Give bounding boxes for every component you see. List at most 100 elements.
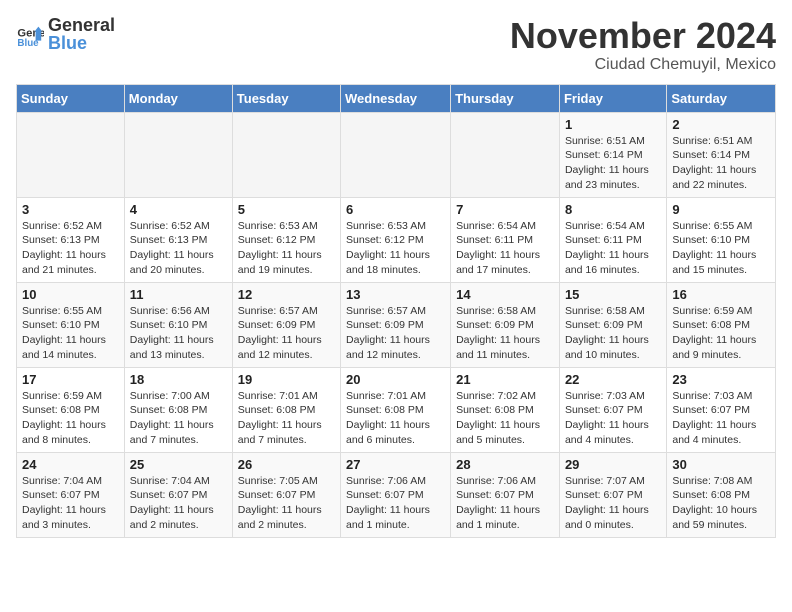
day-detail: Sunrise: 7:06 AM Sunset: 6:07 PM Dayligh… — [346, 474, 445, 533]
calendar-cell: 26 Sunrise: 7:05 AM Sunset: 6:07 PM Dayli… — [232, 452, 340, 537]
day-number: 3 — [22, 202, 119, 217]
day-number: 20 — [346, 372, 445, 387]
logo-text-blue: Blue — [48, 33, 87, 53]
day-number: 22 — [565, 372, 661, 387]
calendar-cell: 11 Sunrise: 6:56 AM Sunset: 6:10 PM Dayli… — [124, 282, 232, 367]
day-number: 1 — [565, 117, 661, 132]
day-detail: Sunrise: 7:00 AM Sunset: 6:08 PM Dayligh… — [130, 389, 227, 448]
day-number: 6 — [346, 202, 445, 217]
day-number: 15 — [565, 287, 661, 302]
weekday-header-monday: Monday — [124, 84, 232, 112]
day-number: 8 — [565, 202, 661, 217]
day-number: 4 — [130, 202, 227, 217]
day-detail: Sunrise: 6:52 AM Sunset: 6:13 PM Dayligh… — [22, 219, 119, 278]
weekday-header-tuesday: Tuesday — [232, 84, 340, 112]
calendar-cell: 21 Sunrise: 7:02 AM Sunset: 6:08 PM Dayli… — [451, 367, 560, 452]
day-number: 18 — [130, 372, 227, 387]
day-number: 5 — [238, 202, 335, 217]
calendar-cell: 7 Sunrise: 6:54 AM Sunset: 6:11 PM Daylig… — [451, 197, 560, 282]
day-number: 29 — [565, 457, 661, 472]
day-detail: Sunrise: 6:53 AM Sunset: 6:12 PM Dayligh… — [346, 219, 445, 278]
day-detail: Sunrise: 6:55 AM Sunset: 6:10 PM Dayligh… — [672, 219, 770, 278]
day-number: 9 — [672, 202, 770, 217]
calendar-cell: 25Sunrise: 7:04 AM Sunset: 6:07 PM Dayli… — [124, 452, 232, 537]
header: General Blue General Blue November 2024 … — [16, 16, 776, 74]
day-detail: Sunrise: 7:03 AM Sunset: 6:07 PM Dayligh… — [565, 389, 661, 448]
day-detail: Sunrise: 7:02 AM Sunset: 6:08 PM Dayligh… — [456, 389, 554, 448]
day-detail: Sunrise: 6:59 AM Sunset: 6:08 PM Dayligh… — [672, 304, 770, 363]
day-number: 10 — [22, 287, 119, 302]
calendar-cell: 9 Sunrise: 6:55 AM Sunset: 6:10 PM Daylig… — [667, 197, 776, 282]
calendar-cell: 29 Sunrise: 7:07 AM Sunset: 6:07 PM Dayli… — [559, 452, 666, 537]
calendar-cell: 3 Sunrise: 6:52 AM Sunset: 6:13 PM Daylig… — [17, 197, 125, 282]
weekday-header-thursday: Thursday — [451, 84, 560, 112]
calendar-cell: 30Sunrise: 7:08 AM Sunset: 6:08 PM Dayli… — [667, 452, 776, 537]
weekday-header-sunday: Sunday — [17, 84, 125, 112]
day-number: 11 — [130, 287, 227, 302]
calendar-cell: 19Sunrise: 7:01 AM Sunset: 6:08 PM Dayli… — [232, 367, 340, 452]
calendar-cell — [341, 112, 451, 197]
calendar-cell: 6 Sunrise: 6:53 AM Sunset: 6:12 PM Daylig… — [341, 197, 451, 282]
month-title: November 2024 — [510, 16, 776, 56]
day-number: 28 — [456, 457, 554, 472]
day-number: 2 — [672, 117, 770, 132]
calendar-cell: 5Sunrise: 6:53 AM Sunset: 6:12 PM Daylig… — [232, 197, 340, 282]
location-title: Ciudad Chemuyil, Mexico — [510, 56, 776, 74]
day-number: 14 — [456, 287, 554, 302]
calendar-week-row: 10 Sunrise: 6:55 AM Sunset: 6:10 PM Dayli… — [17, 282, 776, 367]
calendar-table: SundayMondayTuesdayWednesdayThursdayFrid… — [16, 84, 776, 538]
calendar-week-row: 3 Sunrise: 6:52 AM Sunset: 6:13 PM Daylig… — [17, 197, 776, 282]
calendar-cell — [451, 112, 560, 197]
calendar-cell — [232, 112, 340, 197]
weekday-header-friday: Friday — [559, 84, 666, 112]
calendar-cell — [17, 112, 125, 197]
day-detail: Sunrise: 7:06 AM Sunset: 6:07 PM Dayligh… — [456, 474, 554, 533]
calendar-cell: 13Sunrise: 6:57 AM Sunset: 6:09 PM Dayli… — [341, 282, 451, 367]
calendar-cell: 17Sunrise: 6:59 AM Sunset: 6:08 PM Dayli… — [17, 367, 125, 452]
day-detail: Sunrise: 6:51 AM Sunset: 6:14 PM Dayligh… — [565, 134, 661, 193]
day-detail: Sunrise: 7:04 AM Sunset: 6:07 PM Dayligh… — [22, 474, 119, 533]
day-detail: Sunrise: 6:54 AM Sunset: 6:11 PM Dayligh… — [565, 219, 661, 278]
calendar-cell: 27 Sunrise: 7:06 AM Sunset: 6:07 PM Dayli… — [341, 452, 451, 537]
calendar-cell: 1 Sunrise: 6:51 AM Sunset: 6:14 PM Daylig… — [559, 112, 666, 197]
weekday-header-saturday: Saturday — [667, 84, 776, 112]
day-detail: Sunrise: 6:57 AM Sunset: 6:09 PM Dayligh… — [238, 304, 335, 363]
day-detail: Sunrise: 6:56 AM Sunset: 6:10 PM Dayligh… — [130, 304, 227, 363]
calendar-cell: 22 Sunrise: 7:03 AM Sunset: 6:07 PM Dayli… — [559, 367, 666, 452]
day-detail: Sunrise: 7:04 AM Sunset: 6:07 PM Dayligh… — [130, 474, 227, 533]
calendar-cell: 24Sunrise: 7:04 AM Sunset: 6:07 PM Dayli… — [17, 452, 125, 537]
day-detail: Sunrise: 6:52 AM Sunset: 6:13 PM Dayligh… — [130, 219, 227, 278]
calendar-week-row: 1 Sunrise: 6:51 AM Sunset: 6:14 PM Daylig… — [17, 112, 776, 197]
day-number: 21 — [456, 372, 554, 387]
day-detail: Sunrise: 7:01 AM Sunset: 6:08 PM Dayligh… — [346, 389, 445, 448]
calendar-cell: 12Sunrise: 6:57 AM Sunset: 6:09 PM Dayli… — [232, 282, 340, 367]
day-detail: Sunrise: 7:01 AM Sunset: 6:08 PM Dayligh… — [238, 389, 335, 448]
day-number: 27 — [346, 457, 445, 472]
logo-icon: General Blue — [16, 21, 44, 49]
day-detail: Sunrise: 6:54 AM Sunset: 6:11 PM Dayligh… — [456, 219, 554, 278]
day-detail: Sunrise: 7:08 AM Sunset: 6:08 PM Dayligh… — [672, 474, 770, 533]
calendar-cell: 10 Sunrise: 6:55 AM Sunset: 6:10 PM Dayli… — [17, 282, 125, 367]
title-area: November 2024 Ciudad Chemuyil, Mexico — [510, 16, 776, 74]
weekday-header-row: SundayMondayTuesdayWednesdayThursdayFrid… — [17, 84, 776, 112]
day-detail: Sunrise: 6:55 AM Sunset: 6:10 PM Dayligh… — [22, 304, 119, 363]
calendar-week-row: 17Sunrise: 6:59 AM Sunset: 6:08 PM Dayli… — [17, 367, 776, 452]
calendar-cell: 23Sunrise: 7:03 AM Sunset: 6:07 PM Dayli… — [667, 367, 776, 452]
logo-text-general: General — [48, 16, 115, 34]
day-detail: Sunrise: 7:05 AM Sunset: 6:07 PM Dayligh… — [238, 474, 335, 533]
day-number: 7 — [456, 202, 554, 217]
weekday-header-wednesday: Wednesday — [341, 84, 451, 112]
calendar-cell: 15Sunrise: 6:58 AM Sunset: 6:09 PM Dayli… — [559, 282, 666, 367]
day-detail: Sunrise: 6:58 AM Sunset: 6:09 PM Dayligh… — [456, 304, 554, 363]
calendar-cell: 18 Sunrise: 7:00 AM Sunset: 6:08 PM Dayli… — [124, 367, 232, 452]
calendar-cell — [124, 112, 232, 197]
day-number: 17 — [22, 372, 119, 387]
calendar-cell: 8 Sunrise: 6:54 AM Sunset: 6:11 PM Daylig… — [559, 197, 666, 282]
calendar-cell: 4 Sunrise: 6:52 AM Sunset: 6:13 PM Daylig… — [124, 197, 232, 282]
calendar-cell: 16Sunrise: 6:59 AM Sunset: 6:08 PM Dayli… — [667, 282, 776, 367]
day-detail: Sunrise: 7:07 AM Sunset: 6:07 PM Dayligh… — [565, 474, 661, 533]
day-number: 23 — [672, 372, 770, 387]
day-number: 26 — [238, 457, 335, 472]
calendar-cell: 20 Sunrise: 7:01 AM Sunset: 6:08 PM Dayli… — [341, 367, 451, 452]
day-detail: Sunrise: 6:57 AM Sunset: 6:09 PM Dayligh… — [346, 304, 445, 363]
